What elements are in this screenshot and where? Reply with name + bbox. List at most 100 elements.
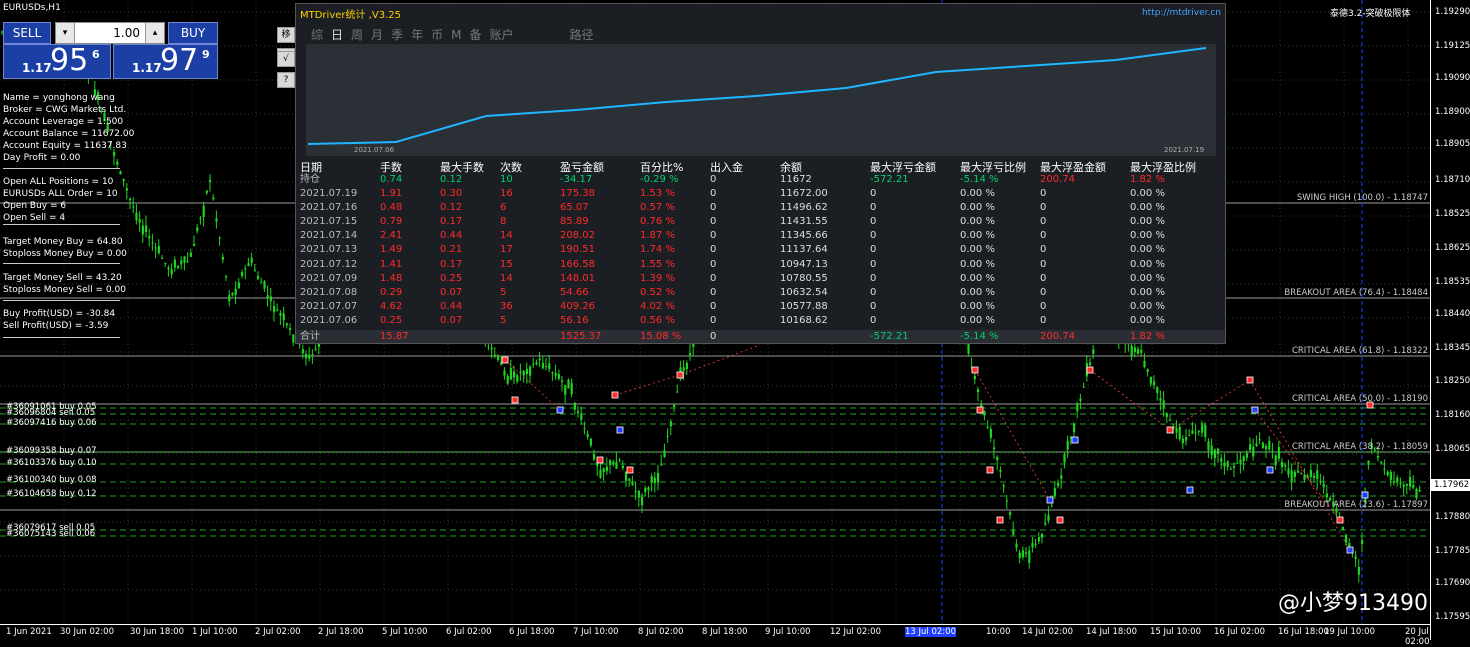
row-cell: 0 xyxy=(710,286,717,298)
buy-button[interactable]: BUY xyxy=(168,22,218,44)
candle-body xyxy=(554,373,557,376)
lot-size-value[interactable]: 1.00 xyxy=(76,23,144,43)
tab-1[interactable]: 日 xyxy=(331,28,343,42)
candle-body xyxy=(1383,468,1386,470)
candle-body xyxy=(257,276,260,280)
candle-body xyxy=(305,354,308,359)
candle-body xyxy=(1204,424,1207,437)
order-label: #36099358 buy 0.07 xyxy=(6,446,97,456)
candle-body xyxy=(1031,543,1034,548)
tab-4[interactable]: 季 xyxy=(391,28,403,42)
candle-body xyxy=(1082,386,1085,388)
hold-cell: 0 xyxy=(710,174,717,185)
candle-body xyxy=(1185,437,1188,441)
candle-body xyxy=(1274,455,1277,466)
candle-body xyxy=(1348,543,1351,547)
help-icon[interactable]: ? xyxy=(277,72,295,88)
row-cell: 409.26 xyxy=(560,300,595,312)
tab-10[interactable]: 路径 xyxy=(570,28,594,42)
trade-marker[interactable] xyxy=(1186,486,1194,494)
mtdriver-stats-window[interactable]: MTDriver统计 ,V3.25 http://mtdriver.cn 综日周… xyxy=(295,3,1226,344)
candle-body xyxy=(637,490,640,498)
time-tick: 14 Jul 02:00 xyxy=(1022,627,1073,637)
candle-body xyxy=(1162,400,1165,408)
account-info-line: Stoploss Money Sell = 0.00 xyxy=(3,285,126,295)
price-tick: 1.18065 xyxy=(1435,444,1470,454)
row-cell: 6 xyxy=(500,202,507,214)
move-icon[interactable]: 移 xyxy=(277,27,295,43)
trade-marker[interactable] xyxy=(1361,491,1369,499)
candle-body xyxy=(119,171,122,175)
candle-body xyxy=(1169,420,1172,421)
row-cell: 0 xyxy=(1040,300,1047,312)
tab-5[interactable]: 年 xyxy=(411,28,423,42)
candle-body xyxy=(1066,440,1069,450)
candle-body xyxy=(212,197,215,200)
account-info-line: Open Sell = 4 xyxy=(3,213,66,223)
tab-3[interactable]: 月 xyxy=(371,28,383,42)
trade-marker[interactable] xyxy=(1056,516,1064,524)
candle-body xyxy=(189,252,192,257)
row-cell: 4.02 % xyxy=(640,300,675,312)
trade-marker[interactable] xyxy=(976,406,984,414)
trade-marker[interactable] xyxy=(1266,466,1274,474)
row-cell: 0 xyxy=(870,286,877,298)
row-cell: 17 xyxy=(500,244,513,256)
lot-size-field[interactable]: ▾ 1.00 ▴ xyxy=(55,22,165,44)
order-label: #36100340 buy 0.08 xyxy=(6,475,97,485)
candle-body xyxy=(269,296,272,302)
candle-body xyxy=(157,246,160,254)
tab-0[interactable]: 综 xyxy=(311,28,323,42)
tab-2[interactable]: 周 xyxy=(351,28,363,42)
row-cell: 0.00 % xyxy=(960,314,995,326)
candle-body xyxy=(141,225,144,235)
buy-price-box[interactable]: 1.17 97 9 xyxy=(113,44,218,79)
graph-end-date: 2021.07.19 xyxy=(1164,146,1205,154)
row-cell: 0.00 % xyxy=(960,300,995,312)
fib-level-label: CRITICAL AREA (50.0) - 1.18190 xyxy=(1291,394,1428,404)
trade-marker[interactable] xyxy=(596,456,604,464)
tab-8[interactable]: 备 xyxy=(469,28,481,42)
trade-marker[interactable] xyxy=(616,426,624,434)
candle-body xyxy=(1322,484,1325,488)
row-cell: 0.00 % xyxy=(960,230,995,242)
trade-marker[interactable] xyxy=(511,396,519,404)
account-info-line: Broker = CWG Markets Ltd. xyxy=(3,105,127,115)
tab-7[interactable]: M xyxy=(451,28,461,42)
row-cell: 0.56 % xyxy=(640,314,675,326)
price-tick: 1.18345 xyxy=(1435,343,1470,353)
price-axis[interactable]: 1.19290 1.19125 1.19090 1.18900 1.18905 1.187… xyxy=(1430,0,1470,640)
candle-body xyxy=(1220,458,1223,462)
candle-body xyxy=(1300,473,1303,475)
check-icon[interactable]: √ xyxy=(277,51,295,67)
tab-6[interactable]: 币 xyxy=(431,28,443,42)
row-cell: 0 xyxy=(710,202,717,214)
lot-up-icon[interactable]: ▴ xyxy=(145,23,164,43)
account-info-line: Sell Profit(USD) = -3.59 xyxy=(3,321,109,331)
candle-body xyxy=(1265,446,1268,449)
sell-price-box[interactable]: 1.17 95 6 xyxy=(3,44,111,79)
row-cell: 0.00 % xyxy=(960,188,995,199)
trade-marker[interactable] xyxy=(986,466,994,474)
row-cell: 0.00 % xyxy=(1130,202,1165,214)
hold-cell: 10 xyxy=(500,174,513,185)
fib-level-label: CRITICAL AREA (38.2) - 1.18059 xyxy=(1291,442,1428,452)
candle-body xyxy=(234,288,237,295)
candle-body xyxy=(583,428,586,430)
candle-body xyxy=(519,371,522,374)
hold-cell: 0.12 xyxy=(440,174,463,185)
hold-cell: -34.17 xyxy=(560,174,593,185)
stats-total-row: 合计 15.87 1525.37 15.08 % 0 -572.21 -5.14 % 200.… xyxy=(296,330,1225,343)
tab-9[interactable]: 账户 xyxy=(489,28,513,42)
row-cell: 175.38 xyxy=(560,188,595,199)
trade-marker[interactable] xyxy=(996,516,1004,524)
trade-marker[interactable] xyxy=(626,466,634,474)
trade-marker[interactable] xyxy=(1071,436,1079,444)
candle-body xyxy=(669,421,672,427)
time-axis[interactable]: 1 Jun 2021 30 Jun 02:00 30 Jun 18:00 1 Jul … xyxy=(0,624,1430,647)
sell-button[interactable]: SELL xyxy=(3,22,51,44)
lot-down-icon[interactable]: ▾ xyxy=(56,23,75,43)
row-cell: 1.48 xyxy=(380,272,403,284)
window-url-link[interactable]: http://mtdriver.cn xyxy=(1142,8,1221,18)
row-cell: 0.30 xyxy=(440,188,463,199)
